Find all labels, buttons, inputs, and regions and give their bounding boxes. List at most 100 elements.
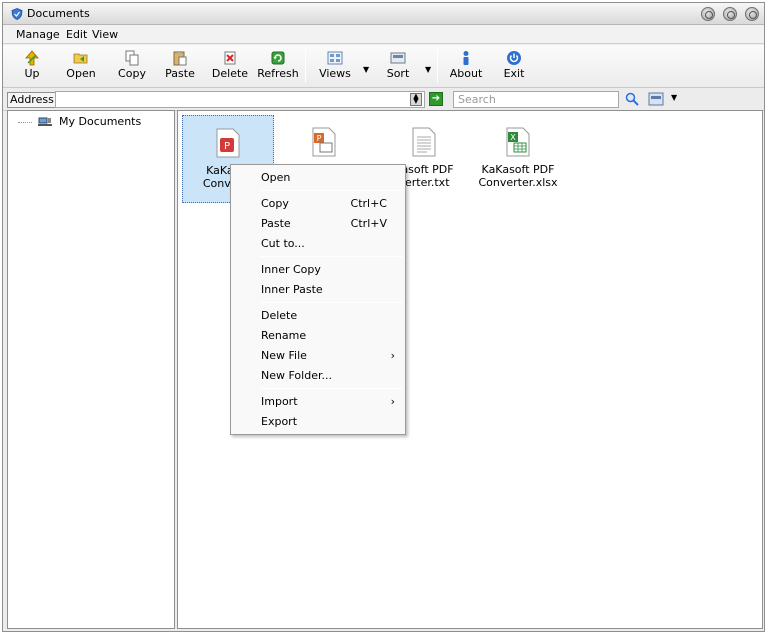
file-name-line-2: Converter.xlsx [478,176,558,189]
open-label: Open [66,67,96,80]
context-menu-inner-paste[interactable]: Inner Paste [231,280,405,300]
address-label: Address [7,92,57,108]
context-menu-new-file[interactable]: New File › [231,346,405,366]
about-button[interactable]: About [449,48,483,85]
views-dropdown-icon[interactable]: ▼ [363,65,369,74]
view-mode-icon[interactable] [648,92,664,106]
context-menu-export-label: Export [261,415,298,428]
svg-text:P: P [224,141,230,152]
context-menu-new-folder[interactable]: New Folder... [231,366,405,386]
submenu-arrow-icon: › [390,395,395,408]
folder-tree: My Documents [7,110,175,629]
sort-button[interactable]: Sort [383,48,413,85]
file-item-xlsx[interactable]: X KaKasoft PDF Converter.xlsx [472,115,564,189]
context-menu-delete-label: Delete [261,309,298,322]
window-title: Documents [27,7,90,20]
menu-bar: Manage Edit View [3,25,764,44]
close-button[interactable] [745,7,759,21]
context-menu-inner-copy[interactable]: Inner Copy [231,260,405,280]
delete-button[interactable]: Delete [211,48,249,85]
go-arrow-icon[interactable]: ➔ [429,92,443,106]
context-menu-new-folder-label: New Folder... [261,369,332,382]
context-menu-rename-label: Rename [261,329,307,342]
menu-edit[interactable]: Edit [66,28,87,41]
sort-dropdown-icon[interactable]: ▼ [425,65,431,74]
paste-button[interactable]: Paste [164,48,196,85]
about-info-icon [463,51,469,65]
context-menu-cut-to-label: Cut to... [261,237,305,250]
context-menu-cut-to[interactable]: Cut to... [231,234,405,254]
app-shield-icon [11,8,23,20]
paste-shortcut: Ctrl+V [350,217,387,230]
pptx-file-icon: P [312,127,336,157]
up-arrow-icon [25,50,39,66]
file-item-pptx[interactable]: P [278,115,370,163]
sort-icon [390,52,406,64]
up-button[interactable]: Up [17,48,47,85]
toolbar-separator [305,49,306,83]
context-menu-copy[interactable]: Copy Ctrl+C [231,194,405,214]
up-label: Up [24,67,40,80]
minimize-button[interactable] [701,7,715,21]
context-menu-new-file-label: New File [261,349,307,362]
views-button[interactable]: Views [317,48,353,85]
exit-button[interactable]: Exit [501,48,527,85]
context-menu-import[interactable]: Import › [231,392,405,412]
context-menu-inner-paste-label: Inner Paste [261,283,323,296]
context-menu-import-label: Import [261,395,298,408]
copy-label: Copy [118,67,146,80]
tree-item-my-documents[interactable]: My Documents [18,115,141,128]
toolbar: Up Open Copy Paste Delete Refresh Views … [3,45,764,88]
context-menu-paste[interactable]: Paste Ctrl+V [231,214,405,234]
context-menu-rename[interactable]: Rename [231,326,405,346]
context-menu-copy-label: Copy [261,197,289,210]
context-menu: Open Copy Ctrl+C Paste Ctrl+V Cut to... In… [230,164,406,435]
view-mode-dropdown-icon[interactable]: ▼ [671,93,677,102]
views-label: Views [319,67,351,80]
context-menu-paste-label: Paste [261,217,291,230]
title-bar: Documents [3,3,764,25]
txt-file-icon [412,127,436,157]
power-icon [507,51,521,65]
xlsx-file-icon: X [506,127,530,157]
tree-connector [18,121,32,123]
open-button[interactable]: Open [63,48,99,85]
menu-view[interactable]: View [92,28,118,41]
computer-icon [37,117,52,126]
context-menu-open[interactable]: Open [231,168,405,188]
about-label: About [449,67,483,80]
search-icon[interactable] [625,92,639,106]
menu-manage[interactable]: Manage [16,28,60,41]
submenu-arrow-icon: › [390,349,395,362]
paste-clipboard-icon [173,51,187,66]
maximize-button[interactable] [723,7,737,21]
address-history-stepper[interactable]: ▲ ▼ [410,93,422,106]
context-menu-export[interactable]: Export [231,412,405,432]
copy-icon [125,50,139,66]
copy-shortcut: Ctrl+C [350,197,387,210]
search-input[interactable]: Search [453,91,619,108]
address-bar: Address ▲ ▼ ➔ Search ▼ [3,89,764,111]
open-folder-icon [73,53,88,64]
svg-text:P: P [317,134,322,143]
exit-label: Exit [503,67,525,80]
copy-button[interactable]: Copy [116,48,148,85]
file-name-line-1: KaKasoft PDF [481,163,555,176]
menu-separator [259,256,403,257]
context-menu-delete[interactable]: Delete [231,306,405,326]
menu-separator [259,388,403,389]
paste-label: Paste [165,67,195,80]
pdf-file-icon: P [216,128,240,158]
context-menu-open-label: Open [261,171,291,184]
delete-label: Delete [211,67,249,80]
refresh-label: Refresh [257,67,299,80]
address-input[interactable] [55,91,425,108]
menu-separator [259,302,403,303]
views-icon [327,51,343,65]
refresh-icon [271,51,285,65]
context-menu-inner-copy-label: Inner Copy [261,263,321,276]
toolbar-separator [437,49,438,83]
sort-label: Sort [386,67,410,80]
refresh-button[interactable]: Refresh [257,48,299,85]
svg-text:X: X [510,133,516,142]
